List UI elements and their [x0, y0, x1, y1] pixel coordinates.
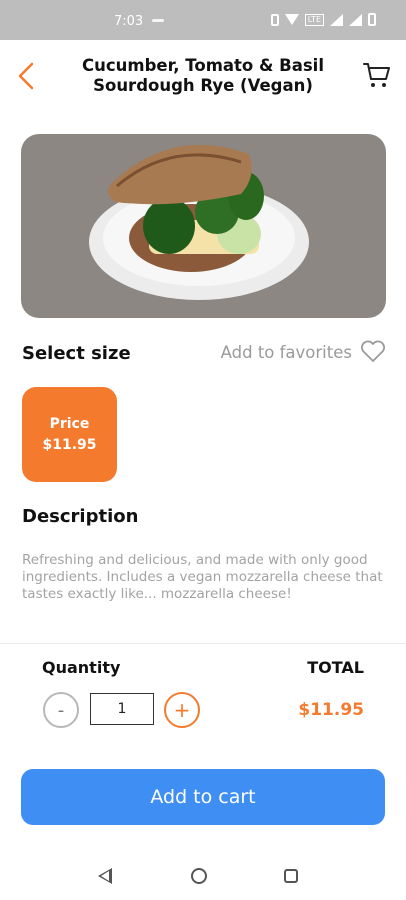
decrease-quantity-button[interactable]: -	[43, 692, 79, 728]
notification-dots-icon	[152, 19, 164, 22]
battery-icon	[368, 13, 376, 26]
system-nav-bar	[0, 850, 406, 900]
favorites-label: Add to favorites	[220, 342, 352, 362]
page-title-line2: Sourdough Rye (Vegan)	[93, 76, 313, 95]
nav-back-icon[interactable]	[98, 868, 112, 884]
page-title: Cucumber, Tomato & Basil Sourdough Rye (…	[60, 56, 346, 96]
size-option-label: Price	[49, 415, 90, 432]
heart-icon	[361, 340, 385, 362]
header: Cucumber, Tomato & Basil Sourdough Rye (…	[0, 40, 406, 116]
add-to-favorites-button[interactable]: Add to favorites	[221, 340, 386, 364]
wifi-icon	[284, 14, 299, 25]
total-value: $11.95	[298, 700, 364, 720]
divider	[0, 643, 406, 644]
signal-icon	[330, 13, 343, 26]
size-option-card[interactable]: Price $11.95	[22, 387, 117, 482]
status-icons: LTE	[270, 13, 376, 26]
nav-recent-icon[interactable]	[284, 869, 298, 883]
lte-badge: LTE	[304, 13, 324, 26]
back-chevron-icon	[18, 62, 34, 90]
quantity-label: Quantity	[42, 658, 121, 677]
sandwich-image	[89, 144, 309, 300]
product-image	[21, 134, 386, 318]
bluetooth-icon	[270, 13, 279, 26]
total-label: TOTAL	[307, 658, 364, 677]
increase-quantity-button[interactable]: +	[164, 692, 200, 728]
page-title-line1: Cucumber, Tomato & Basil	[82, 56, 324, 75]
description-text: Refreshing and delicious, and made with …	[22, 552, 383, 602]
status-bar: 7:03 LTE	[0, 0, 406, 40]
size-option-price: $11.95	[42, 436, 97, 453]
add-to-cart-button[interactable]: Add to cart	[21, 769, 385, 825]
quantity-input[interactable]	[90, 693, 154, 725]
cart-icon	[363, 63, 390, 87]
nav-home-icon[interactable]	[191, 868, 207, 884]
select-size-heading: Select size	[22, 343, 131, 364]
back-button[interactable]	[12, 58, 44, 94]
signal-icon-2	[349, 13, 362, 26]
status-time: 7:03	[114, 14, 144, 29]
cart-button[interactable]	[362, 60, 392, 90]
description-heading: Description	[22, 506, 139, 527]
